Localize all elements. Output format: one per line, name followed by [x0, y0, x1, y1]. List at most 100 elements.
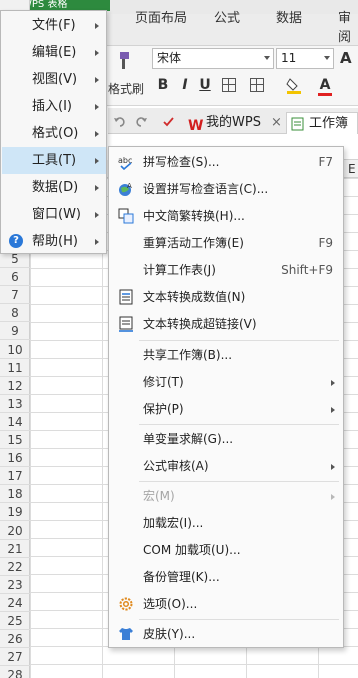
row-header[interactable]: 28	[0, 666, 30, 678]
chevron-right-icon	[95, 23, 99, 29]
row-header[interactable]: 10	[0, 341, 30, 359]
menu-item-track-changes[interactable]: 修订(T)	[110, 369, 343, 396]
row-header[interactable]: 8	[0, 304, 30, 323]
tab-page-layout[interactable]: 页面布局	[135, 7, 187, 26]
menu-item-text-to-number[interactable]: 文本转换成数值(N)	[110, 284, 343, 311]
menu-item-label: 拼写检查(S)...	[143, 155, 220, 169]
menu-item-edit[interactable]: 编辑(E)	[2, 39, 106, 66]
menu-item-formula-auditing[interactable]: 公式审核(A)	[110, 453, 343, 480]
menu-item-help[interactable]: ? 帮助(H)	[2, 228, 106, 255]
format-painter-button[interactable]: 格式刷	[108, 80, 144, 97]
text-to-number-icon	[119, 289, 133, 305]
menu-item-options[interactable]: 选项(O)...	[110, 591, 343, 618]
font-name-value: 宋体	[157, 51, 182, 65]
row-header[interactable]: 15	[0, 431, 30, 449]
menu-item-text-to-hyperlink[interactable]: 文本转换成超链接(V)	[110, 311, 343, 338]
menu-item-calculate-sheet[interactable]: 计算工作表(J) Shift+F9	[110, 257, 343, 284]
menu-item-goal-seek[interactable]: 单变量求解(G)...	[110, 426, 343, 453]
menu-item-format[interactable]: 格式(O)	[2, 120, 106, 147]
tab-workbook[interactable]: 工作簿1	[286, 112, 358, 153]
grow-font-button[interactable]: A	[340, 48, 352, 68]
menu-item-label: 工具(T)	[32, 153, 77, 168]
chevron-right-icon	[331, 407, 335, 413]
menu-item-protect[interactable]: 保护(P)	[110, 396, 343, 423]
menu-item-spell-language[interactable]: A 设置拼写检查语言(C)...	[110, 176, 343, 203]
format-painter-icon[interactable]	[112, 51, 132, 71]
shortcut-label: Shift+F9	[281, 263, 333, 277]
row-header[interactable]: 25	[0, 612, 30, 630]
menu-item-label: 编辑(E)	[32, 45, 77, 60]
menu-item-label: 视图(V)	[32, 72, 78, 87]
tab-review[interactable]: 审阅	[338, 7, 358, 45]
row-header[interactable]: 18	[0, 485, 30, 504]
italic-button[interactable]: I	[178, 75, 192, 95]
row-header[interactable]: 19	[0, 503, 30, 522]
skin-icon	[119, 628, 133, 640]
font-color-swatch	[318, 93, 332, 96]
chinese-convert-icon	[118, 208, 134, 224]
row-header[interactable]: 21	[0, 540, 30, 558]
row-header[interactable]: 20	[0, 522, 30, 540]
borders-icon[interactable]	[222, 78, 236, 92]
chevron-right-icon	[331, 494, 335, 500]
column-header-e[interactable]: E	[348, 162, 356, 176]
row-header[interactable]: 12	[0, 377, 30, 395]
row-header[interactable]: 22	[0, 558, 30, 576]
row-header[interactable]: 9	[0, 322, 30, 341]
row-header[interactable]: 27	[0, 648, 30, 667]
menu-item-label: 插入(I)	[32, 99, 72, 114]
menu-item-skin[interactable]: 皮肤(Y)...	[110, 621, 343, 648]
text-to-link-icon	[119, 316, 133, 332]
chevron-right-icon	[95, 212, 99, 218]
menu-item-data[interactable]: 数据(D)	[2, 174, 106, 201]
close-tab-icon[interactable]: ×	[271, 112, 282, 134]
row-header[interactable]: 24	[0, 594, 30, 612]
menu-item-spell-check[interactable]: abc 拼写检查(S)... F7	[110, 149, 343, 176]
menu-item-view[interactable]: 视图(V)	[2, 66, 106, 93]
main-menu-dropdown: 文件(F) 编辑(E) 视图(V) 插入(I) 格式(O) 工具(T) 数据(D…	[0, 10, 107, 254]
tab-formulas[interactable]: 公式	[214, 7, 240, 26]
row-header[interactable]: 23	[0, 576, 30, 594]
spellcheck-icon: abc	[118, 156, 132, 170]
menu-item-chinese-conversion[interactable]: 中文简繁转换(H)...	[110, 203, 343, 230]
bold-button[interactable]: B	[156, 75, 170, 95]
menu-item-share-workbook[interactable]: 共享工作簿(B)...	[110, 342, 343, 369]
menu-item-backup-management[interactable]: 备份管理(K)...	[110, 564, 343, 591]
menu-item-label: COM 加载项(U)...	[143, 543, 241, 557]
row-header[interactable]: 16	[0, 449, 30, 468]
fill-color-icon[interactable]	[286, 76, 304, 94]
menu-item-label: 选项(O)...	[143, 597, 198, 611]
quick-access-dropdown-icon[interactable]	[162, 116, 176, 128]
menu-item-window[interactable]: 窗口(W)	[2, 201, 106, 228]
menu-item-label: 中文简繁转换(H)...	[143, 209, 245, 223]
row-header[interactable]: 14	[0, 413, 30, 431]
menu-separator	[139, 481, 339, 482]
shortcut-label: F7	[318, 155, 333, 169]
menu-item-label: 宏(M)	[143, 489, 175, 503]
menu-item-label: 文本转换成数值(N)	[143, 290, 246, 304]
font-name-select[interactable]: 宋体	[152, 48, 274, 69]
row-header[interactable]: 6	[0, 268, 30, 287]
menu-item-recalculate-workbook[interactable]: 重算活动工作簿(E) F9	[110, 230, 343, 257]
menu-item-com-add-ins[interactable]: COM 加载项(U)...	[110, 537, 343, 564]
tab-my-wps[interactable]: W 我的WPS	[188, 112, 261, 134]
undo-icon[interactable]	[113, 115, 127, 129]
menu-item-add-ins[interactable]: 加载宏(I)...	[110, 510, 343, 537]
menu-item-tools[interactable]: 工具(T)	[2, 147, 106, 174]
row-header[interactable]: 13	[0, 395, 30, 413]
menu-item-file[interactable]: 文件(F)	[2, 12, 106, 39]
tab-data[interactable]: 数据	[276, 7, 302, 26]
row-header[interactable]: 26	[0, 630, 30, 649]
chevron-down-icon	[324, 56, 330, 60]
font-size-select[interactable]: 11	[276, 48, 334, 69]
cell-border-icon[interactable]	[250, 78, 264, 92]
chevron-right-icon	[95, 50, 99, 56]
chevron-right-icon	[95, 104, 99, 110]
menu-item-insert[interactable]: 插入(I)	[2, 93, 106, 120]
row-header[interactable]: 7	[0, 286, 30, 305]
row-header[interactable]: 11	[0, 359, 30, 377]
font-color-button[interactable]: A	[318, 75, 332, 95]
underline-button[interactable]: U	[198, 75, 212, 95]
redo-icon[interactable]	[134, 115, 148, 129]
row-header[interactable]: 17	[0, 467, 30, 486]
